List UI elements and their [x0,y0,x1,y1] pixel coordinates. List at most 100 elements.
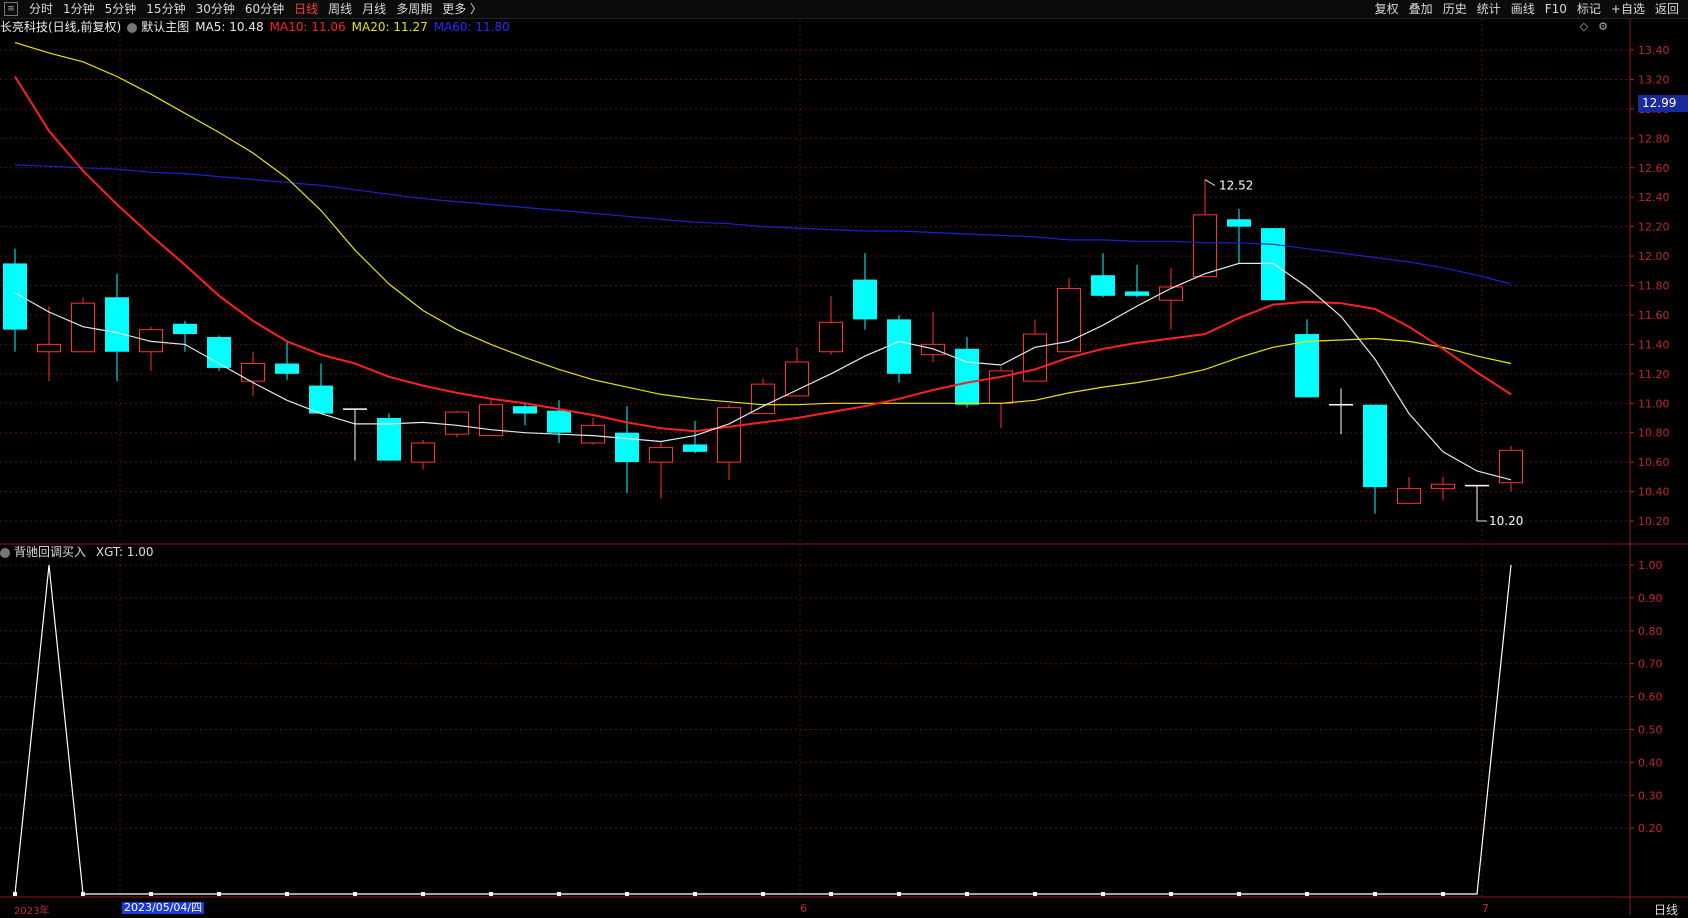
period-tab-9[interactable]: 多周期 [391,0,437,18]
xgt-marker [285,892,289,896]
candle-body [1193,214,1217,278]
y-tick-label: 12.80 [1638,132,1670,145]
ma10-line [14,75,1512,433]
month-6-label: 6 [800,902,807,915]
low-price-label: 10.20 [1489,514,1523,528]
y-tick-label: 12.20 [1638,221,1670,234]
y-tick-label: 11.40 [1638,338,1670,351]
xgt-marker [1101,892,1105,896]
candle-body [71,302,95,353]
xgt-marker [1373,892,1377,896]
candle-body [853,279,877,320]
ma10-label: MA10: 11.06 [269,20,346,34]
candle-body [275,363,299,374]
xgt-marker [1033,892,1037,896]
month-7-label: 7 [1482,902,1489,915]
candle-body [1125,291,1149,296]
settings-dot-icon[interactable] [127,22,138,33]
period-tab-0[interactable]: 分时 [24,0,58,18]
action-buttons: 复权 叠加 历史 统计 画线 F10 标记 +自选 返回 [1370,0,1684,18]
candle-body [1397,488,1421,504]
y-tick-label: 10.40 [1638,486,1670,499]
candle-body [1295,334,1319,398]
candle-body [411,442,435,463]
candle-body [173,323,197,335]
template-selector[interactable]: 默认主图 [127,19,189,35]
candle-body [37,343,61,353]
action-button-3[interactable]: 统计 [1472,0,1506,18]
candle-body [1227,219,1251,227]
period-tab-1[interactable]: 1分钟 [58,0,100,18]
xgt-marker [897,892,901,896]
candle-body [1431,483,1455,490]
candle-body [445,411,469,435]
sub-settings-dot-icon[interactable] [0,547,10,558]
sub-y-tick-label: 0.30 [1638,789,1663,802]
sub-y-tick-label: 0.90 [1638,592,1663,605]
high-price-label: 12.52 [1219,179,1253,193]
action-button-0[interactable]: 复权 [1370,0,1404,18]
candle-body [105,297,129,352]
candle-body [547,410,571,433]
period-tab-10[interactable]: 更多 〉 [437,0,487,18]
settings-icon[interactable]: ⚙ [1598,20,1608,33]
period-tabs: ≡ 分时 1分钟 5分钟 15分钟 30分钟 60分钟 日线 周线 月线 多周期 更多 〉 [0,0,487,18]
ma5-label: MA5: 10.48 [195,20,264,34]
candle-body [1363,404,1387,488]
y-tick-label: 12.60 [1638,162,1670,175]
candle-body [819,321,843,353]
candle-body [785,361,809,397]
action-button-5[interactable]: F10 [1540,0,1572,18]
period-tab-8[interactable]: 月线 [357,0,391,18]
candle-body [887,319,911,374]
xgt-marker [829,892,833,896]
y-tick-label: 13.40 [1638,44,1670,57]
period-tab-4[interactable]: 30分钟 [191,0,240,18]
candle-body [513,406,537,414]
xgt-marker [217,892,221,896]
action-button-6[interactable]: 标记 [1572,0,1606,18]
menu-icon[interactable]: ≡ [4,2,18,16]
ma60-label: MA60: 11.80 [433,20,510,34]
y-tick-label: 11.20 [1638,368,1670,381]
action-button-1[interactable]: 叠加 [1404,0,1438,18]
candle-body [921,343,945,356]
candle-body [717,407,741,463]
stock-title: 长亮科技(日线,前复权) [0,20,122,34]
expand-icon[interactable]: ◇ [1580,20,1588,33]
period-badge[interactable]: 日线 [1654,901,1678,918]
chart-canvas[interactable]: 13.4013.2013.0012.8012.6012.4012.2012.00… [0,0,1688,915]
action-button-8[interactable]: 返回 [1650,0,1684,18]
xgt-marker [13,892,17,896]
xgt-marker [1237,892,1241,896]
xgt-marker [353,892,357,896]
period-tab-2[interactable]: 5分钟 [100,0,142,18]
y-tick-label: 12.40 [1638,191,1670,204]
candle-body [683,444,707,452]
action-button-4[interactable]: 画线 [1506,0,1540,18]
period-tab-5[interactable]: 60分钟 [240,0,289,18]
candle-body [1023,333,1047,382]
sub-y-tick-label: 1.00 [1638,559,1663,572]
y-tick-label: 10.80 [1638,427,1670,440]
period-tab-3[interactable]: 15分钟 [141,0,190,18]
toolbar: ≡ 分时 1分钟 5分钟 15分钟 30分钟 60分钟 日线 周线 月线 多周期 更多 〉 复权 叠加… [0,0,1688,19]
y-tick-label: 13.20 [1638,73,1670,86]
y-tick-label: 11.80 [1638,280,1670,293]
xgt-marker [557,892,561,896]
xgt-marker [1441,892,1445,896]
action-button-2[interactable]: 历史 [1438,0,1472,18]
ma20-line [14,42,1512,406]
candle-body [581,424,605,444]
action-button-7[interactable]: +自选 [1606,0,1650,18]
main-info-bar: 长亮科技(日线,前复权) 默认主图 MA5: 10.48 MA10: 11.06… [0,19,516,35]
xgt-marker [1169,892,1173,896]
xgt-marker [761,892,765,896]
period-tab-6[interactable]: 日线 [289,0,323,18]
sub-y-tick-label: 0.60 [1638,691,1663,704]
indicator-name: 背驰回调买入 [14,545,87,559]
sub-y-tick-label: 0.40 [1638,756,1663,769]
y-tick-label: 12.00 [1638,250,1670,263]
period-tab-7[interactable]: 周线 [323,0,357,18]
candle-body [1091,275,1115,296]
